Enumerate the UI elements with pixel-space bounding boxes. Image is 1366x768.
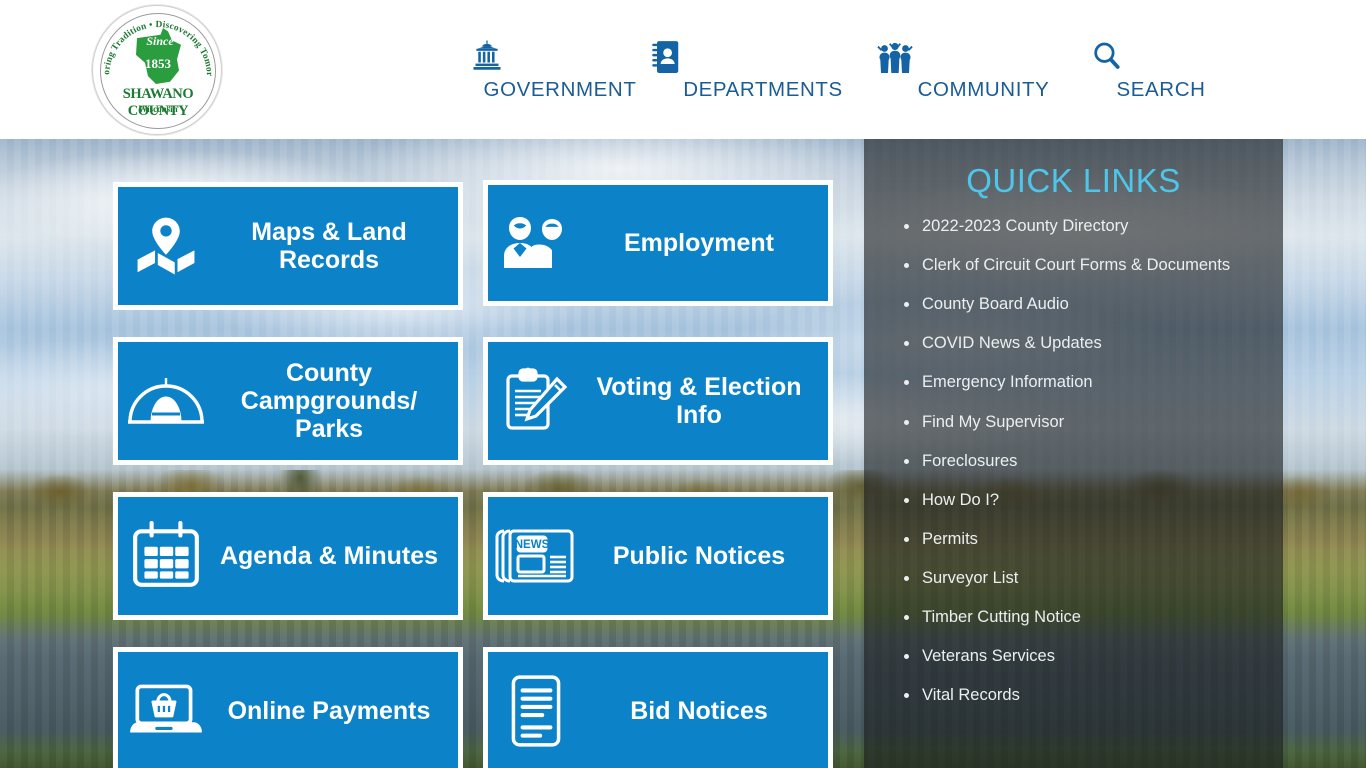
tile-agenda-minutes[interactable]: Agenda & Minutes: [113, 492, 463, 620]
magnifier-icon: [1091, 40, 1231, 74]
news-badge-text: NEWS: [515, 539, 550, 551]
nav-label-community: COMMUNITY: [917, 78, 1050, 101]
tile-voting-election-info[interactable]: Voting & Election Info: [483, 337, 833, 465]
people-group-icon: [876, 40, 1091, 74]
quick-link-item[interactable]: 2022-2023 County Directory: [904, 216, 1259, 237]
document-lines-icon: [488, 672, 584, 750]
tile-label-bid-notices: Bid Notices: [630, 696, 768, 725]
quick-link-item[interactable]: Find My Supervisor: [904, 412, 1259, 433]
laptop-basket-icon: [118, 678, 214, 744]
tile-online-payments[interactable]: Online Payments: [113, 647, 463, 768]
tile-label-agenda-minutes: Agenda & Minutes: [219, 541, 439, 570]
seal-state-name: Wisconsin: [138, 104, 178, 114]
map-pin-icon: [118, 211, 214, 281]
tile-label-employment: Employment: [623, 228, 775, 257]
tile-county-campgrounds-parks[interactable]: County Campgrounds/ Parks: [113, 337, 463, 465]
county-seal-logo[interactable]: Honoring Tradition • Discovering Tomorro…: [92, 5, 222, 135]
tent-icon: [118, 368, 214, 434]
quick-links-list: 2022-2023 County Directory Clerk of Circu…: [864, 216, 1283, 706]
tile-label-voting-election-info: Voting & Election Info: [596, 372, 802, 429]
quick-link-item[interactable]: How Do I?: [904, 490, 1259, 511]
quick-link-item[interactable]: Foreclosures: [904, 451, 1259, 472]
nav-item-community[interactable]: COMMUNITY: [876, 40, 1091, 102]
quick-link-item[interactable]: Surveyor List: [904, 568, 1259, 589]
seal-since-label: Since: [146, 34, 174, 48]
quick-links-panel: QUICK LINKS 2022-2023 County Directory Cl…: [864, 139, 1283, 768]
two-people-icon: [488, 211, 584, 275]
tile-label-online-payments: Online Payments: [227, 696, 431, 725]
main-navigation: GOVERNMENT DEPARTMENTS COMMUNITY SEARCH: [470, 40, 1231, 102]
nav-label-departments: DEPARTMENTS: [683, 78, 843, 101]
tile-bid-notices[interactable]: Bid Notices: [483, 647, 833, 768]
calendar-icon: [118, 519, 214, 593]
nav-item-departments[interactable]: DEPARTMENTS: [650, 40, 876, 102]
newspaper-icon: NEWS: [488, 521, 584, 591]
nav-item-government[interactable]: GOVERNMENT: [470, 40, 650, 102]
address-book-icon: [650, 40, 876, 74]
tile-label-county-campgrounds-parks: County Campgrounds/ Parks: [240, 358, 418, 444]
quick-link-item[interactable]: Emergency Information: [904, 372, 1259, 393]
tile-maps-land-records[interactable]: Maps & Land Records: [113, 182, 463, 310]
quick-link-item[interactable]: Timber Cutting Notice: [904, 607, 1259, 628]
quick-links-title: QUICK LINKS: [966, 162, 1181, 199]
quick-link-item[interactable]: COVID News & Updates: [904, 333, 1259, 354]
seal-year-label: 1853: [145, 56, 171, 71]
homepage-root: Honoring Tradition • Discovering Tomorro…: [0, 0, 1366, 768]
courthouse-icon: [470, 40, 650, 74]
nav-label-government: GOVERNMENT: [483, 78, 637, 101]
quick-link-item[interactable]: County Board Audio: [904, 294, 1259, 315]
quick-link-item[interactable]: Clerk of Circuit Court Forms & Documents: [904, 255, 1259, 276]
quick-link-item[interactable]: Vital Records: [904, 685, 1259, 706]
nav-label-search: SEARCH: [1116, 78, 1206, 101]
quick-link-item[interactable]: Veterans Services: [904, 646, 1259, 667]
quick-link-item[interactable]: Permits: [904, 529, 1259, 550]
tile-public-notices[interactable]: NEWS Public Notices: [483, 492, 833, 620]
tile-employment[interactable]: Employment: [483, 180, 833, 306]
seal-county-name: SHAWANO COUNTY: [122, 86, 194, 119]
clipboard-pencil-icon: [488, 365, 584, 437]
site-header: Honoring Tradition • Discovering Tomorro…: [0, 0, 1366, 139]
tile-label-public-notices: Public Notices: [612, 541, 786, 570]
tile-label-maps-land-records: Maps & Land Records: [251, 217, 407, 274]
nav-item-search[interactable]: SEARCH: [1091, 40, 1231, 102]
